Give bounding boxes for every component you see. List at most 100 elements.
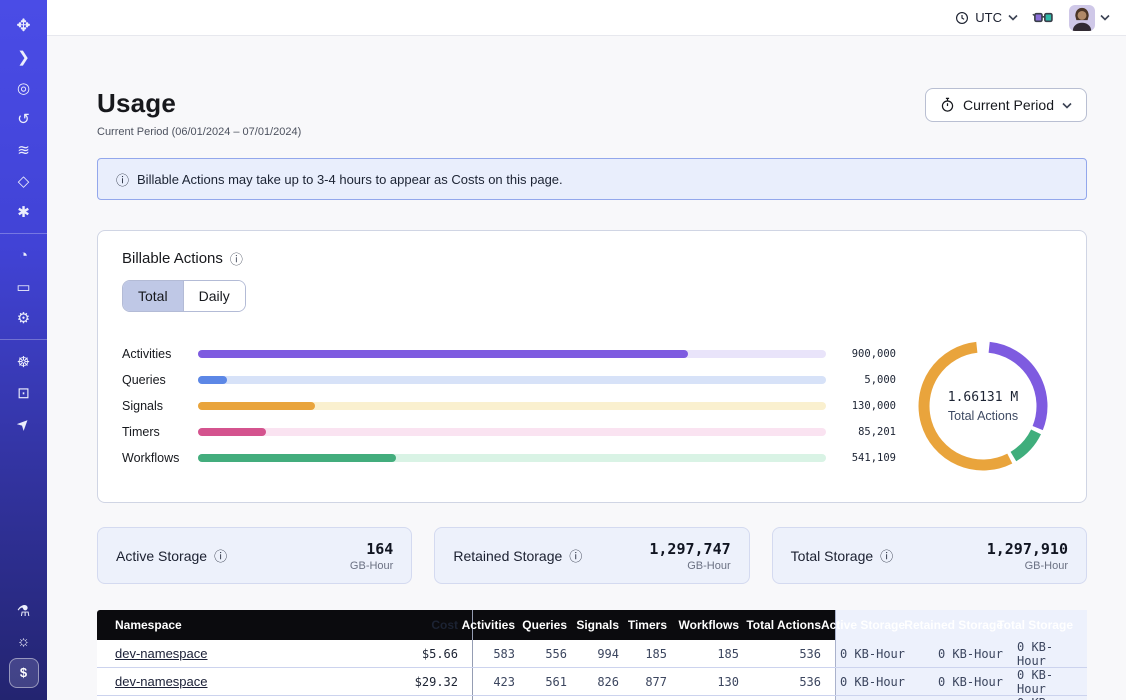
cell-signals: 883 — [581, 696, 633, 700]
namespace-link[interactable]: dev-namespace — [115, 646, 208, 661]
glasses-icon[interactable] — [1032, 11, 1055, 25]
tab-total[interactable]: Total — [123, 281, 183, 311]
storage-card-value: 1,297,910 — [987, 540, 1068, 558]
history-icon[interactable]: ↺ — [0, 103, 47, 134]
cell-activities: 423 — [473, 668, 529, 695]
cell-retained_storage: 0 KB-Hour — [919, 696, 1017, 700]
cell-workflows: 185 — [681, 640, 753, 667]
cell-activities: 492 — [473, 696, 529, 700]
bar-row-queries: Queries5,000 — [122, 375, 896, 385]
sidebar-divider — [0, 233, 47, 234]
bar-track — [198, 454, 826, 462]
page-subtitle: Current Period (06/01/2024 – 07/01/2024) — [97, 126, 301, 138]
storage-card-value: 164 — [350, 540, 393, 558]
info-icon[interactable]: ⓘ — [230, 249, 243, 268]
credits-icon: $ — [9, 658, 39, 688]
donut-total-label: Total Actions — [948, 409, 1018, 423]
billable-view-tabs: Total Daily — [122, 280, 246, 312]
timezone-selector[interactable]: UTC — [955, 10, 1018, 25]
active-storage-card: Active Storage ⓘ 164 GB-Hour — [97, 527, 412, 584]
theme-icon[interactable]: ☼ — [0, 626, 47, 657]
usage-table: NamespaceCostActivitiesQueriesSignalsTim… — [97, 610, 1087, 700]
namespace-link[interactable]: dev-namespace — [115, 674, 208, 689]
cell-namespace: dev-namespace — [97, 696, 375, 700]
bar-value: 900,000 — [838, 348, 896, 360]
donut-segment-workflows — [1013, 432, 1036, 457]
storage-card-label: Retained Storage — [453, 548, 562, 564]
billing-icon[interactable]: ▭ — [0, 271, 47, 302]
sidebar-divider — [0, 339, 47, 340]
user-menu[interactable] — [1069, 5, 1110, 31]
bar-row-signals: Signals130,000 — [122, 401, 896, 411]
nexus-icon[interactable]: ✱ — [0, 196, 47, 227]
bar-fill — [198, 376, 227, 384]
cell-retained_storage: 0 KB-Hour — [919, 640, 1017, 667]
donut-total-value: 1.66131 M — [948, 390, 1018, 405]
cell-total_actions: 536 — [753, 668, 835, 695]
cell-cost: $29.32 — [375, 668, 473, 695]
total-actions-donut: 1.66131 M Total Actions — [904, 336, 1062, 476]
support-icon[interactable]: ☸ — [0, 346, 47, 377]
cell-workflows: 130 — [681, 668, 753, 695]
layers-icon[interactable]: ≋ — [0, 134, 47, 165]
feedback-icon[interactable]: ⊡ — [0, 377, 47, 408]
total-storage-card: Total Storageⓘ1,297,910GB-Hour — [772, 527, 1087, 584]
monitor-icon[interactable]: ◎ — [0, 72, 47, 103]
column-header-cost: Cost — [375, 610, 473, 640]
info-banner: ⓘ Billable Actions may take up to 3-4 ho… — [97, 158, 1087, 200]
banner-text: Billable Actions may take up to 3-4 hour… — [137, 172, 563, 187]
bar-label: Signals — [122, 399, 186, 413]
cell-cost: $5.66 — [375, 640, 473, 667]
bar-track — [198, 402, 826, 410]
credits-icon[interactable]: $ — [0, 657, 47, 688]
bar-row-timers: Timers85,201 — [122, 427, 896, 437]
column-header-timers: Timers — [633, 610, 681, 640]
cell-queries: 556 — [529, 640, 581, 667]
period-button-label: Current Period — [963, 97, 1054, 113]
bar-track — [198, 376, 826, 384]
info-icon[interactable]: ⓘ — [569, 546, 582, 565]
tab-daily[interactable]: Daily — [183, 281, 245, 311]
chevron-down-icon — [1100, 14, 1110, 21]
cell-timers: 877 — [633, 668, 681, 695]
cell-total_storage: 0 KB-Hour — [1017, 640, 1087, 667]
cell-cost: $3.35 — [375, 696, 473, 700]
collapse-icon[interactable]: ❯ — [0, 41, 47, 72]
info-icon[interactable]: ⓘ — [214, 546, 227, 565]
top-header: UTC — [47, 0, 1126, 36]
bar-label: Timers — [122, 425, 186, 439]
column-header-workflows: Workflows — [681, 610, 753, 640]
avatar — [1069, 5, 1095, 31]
getting-started-icon[interactable]: ➤ — [0, 408, 47, 439]
cell-total_storage: 0 KB-Hour — [1017, 696, 1087, 700]
main-content: Usage Current Period (06/01/2024 – 07/01… — [47, 36, 1126, 700]
cell-active_storage: 0 KB-Hour — [835, 640, 919, 667]
cell-workflows: 600 — [681, 696, 753, 700]
usage-icon[interactable]: ◔ — [0, 240, 47, 271]
cell-namespace: dev-namespace — [97, 640, 375, 667]
labs-icon[interactable]: ⚗ — [0, 595, 47, 626]
timezone-label: UTC — [975, 10, 1002, 25]
period-select-button[interactable]: Current Period — [925, 88, 1087, 122]
chevron-down-icon — [1062, 102, 1072, 109]
bar-label: Queries — [122, 373, 186, 387]
cell-total_actions: 130 — [753, 696, 835, 700]
storage-card-unit: GB-Hour — [649, 560, 730, 572]
storage-card-unit: GB-Hour — [350, 560, 393, 572]
bar-value: 541,109 — [838, 452, 896, 464]
bar-fill — [198, 350, 688, 358]
temporal-logo-icon[interactable]: ✥ — [0, 10, 47, 41]
cell-timers: 185 — [633, 640, 681, 667]
storage-card-label: Total Storage — [791, 548, 874, 564]
column-header-activities: Activities — [473, 610, 529, 640]
info-icon[interactable]: ⓘ — [880, 546, 893, 565]
sidebar: ✥❯◎↺≋◇✱ ◔▭⚙ ☸⊡➤ ⚗☼$ — [0, 0, 47, 700]
storage-card-label: Active Storage — [116, 548, 207, 564]
deployments-icon[interactable]: ◇ — [0, 165, 47, 196]
table-row: dev-namespace$29.324235618268771305360 K… — [97, 668, 1087, 696]
cell-active_storage: 0 KB-Hour — [835, 668, 919, 695]
table-body: dev-namespace$5.665835569941851855360 KB… — [97, 640, 1087, 700]
billable-actions-title: Billable Actions — [122, 250, 223, 267]
cell-total_actions: 536 — [753, 640, 835, 667]
settings-icon[interactable]: ⚙ — [0, 302, 47, 333]
